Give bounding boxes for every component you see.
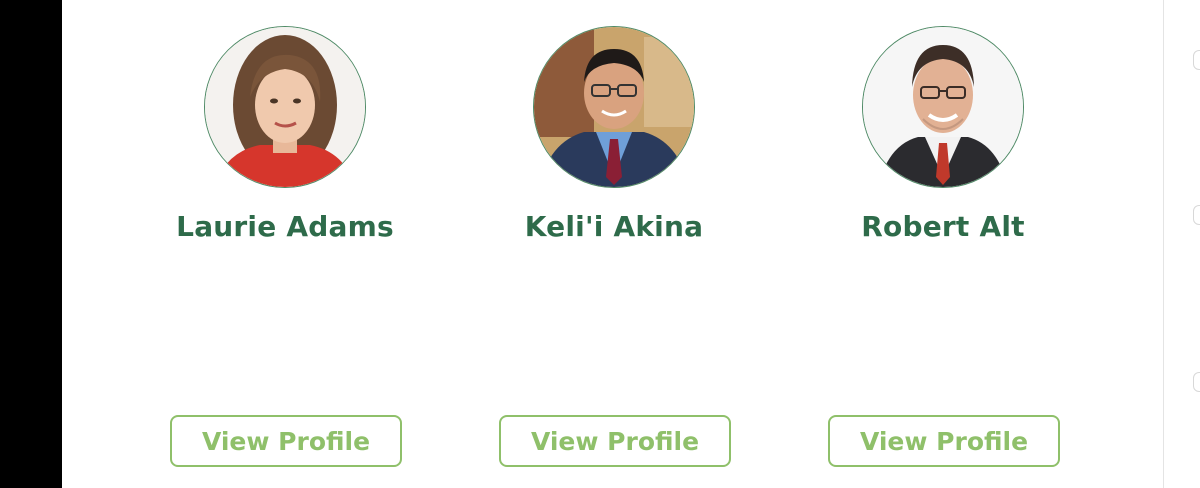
rail-tab[interactable] xyxy=(1193,205,1200,225)
avatar-robert-alt xyxy=(862,26,1024,188)
person-name: Robert Alt xyxy=(861,210,1025,243)
view-profile-button[interactable]: View Profile xyxy=(828,415,1060,467)
person-card: Robert Alt View Profile xyxy=(778,0,1108,488)
person-card: Keli'i Akina View Profile xyxy=(449,0,779,488)
person-card: Laurie Adams View Profile xyxy=(120,0,450,488)
rail-tab[interactable] xyxy=(1193,372,1200,392)
right-scroll-rail[interactable] xyxy=(1163,0,1200,488)
avatar-laurie-adams xyxy=(204,26,366,188)
view-profile-button[interactable]: View Profile xyxy=(170,415,402,467)
view-profile-button[interactable]: View Profile xyxy=(499,415,731,467)
rail-tab[interactable] xyxy=(1193,50,1200,70)
person-name: Laurie Adams xyxy=(176,210,394,243)
person-name: Keli'i Akina xyxy=(524,210,704,243)
avatar-kelii-akina xyxy=(533,26,695,188)
left-dark-edge xyxy=(0,0,62,488)
